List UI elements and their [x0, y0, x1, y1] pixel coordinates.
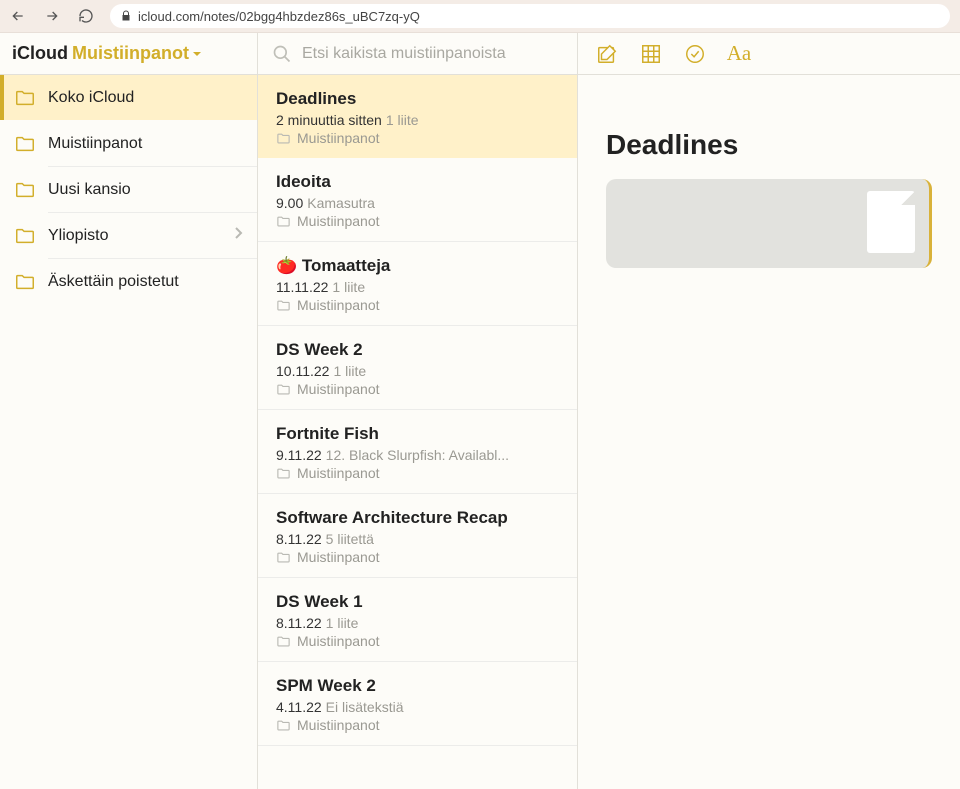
folder-icon [14, 271, 36, 293]
note-meta: 8.11.221 liite [276, 615, 559, 631]
reload-button[interactable] [76, 6, 96, 26]
note-title: DS Week 2 [276, 340, 559, 360]
note-folder: Muistiinpanot [276, 213, 559, 229]
compose-button[interactable] [596, 43, 618, 65]
editor: Deadlines [578, 75, 960, 789]
folder-icon [276, 214, 291, 229]
folder-icon [276, 550, 291, 565]
note-list: Deadlines 2 minuuttia sitten1 liite Muisti… [258, 75, 578, 789]
document-icon [867, 191, 915, 253]
note-folder: Muistiinpanot [276, 549, 559, 565]
note-item[interactable]: DS Week 2 10.11.221 liite Muistiinpanot [258, 326, 577, 410]
folder-label: Äskettäin poistetut [48, 273, 179, 291]
note-item[interactable]: Deadlines 2 minuuttia sitten1 liite Muisti… [258, 75, 577, 158]
sidebar-folder[interactable]: Koko iCloud [0, 75, 257, 120]
brand-icloud: iCloud [12, 43, 68, 64]
note-item[interactable]: 🍅 Tomaatteja 11.11.221 liite Muistiinpanot [258, 242, 577, 326]
address-bar[interactable]: icloud.com/notes/02bgg4hbzdez86s_uBC7zq-… [110, 4, 950, 28]
folder-label: Koko iCloud [48, 89, 134, 107]
sidebar: Koko iCloud Muistiinpanot Uusi kansio Yliop… [0, 75, 258, 789]
folder-icon [14, 225, 36, 247]
lock-icon [120, 10, 132, 22]
note-meta: 10.11.221 liite [276, 363, 559, 379]
note-folder: Muistiinpanot [276, 130, 559, 146]
note-item[interactable]: Fortnite Fish 9.11.2212. Black Slurpfish:… [258, 410, 577, 494]
folder-label: Muistiinpanot [48, 135, 142, 153]
folder-icon [276, 634, 291, 649]
forward-button[interactable] [42, 6, 62, 26]
note-title: 🍅 Tomaatteja [276, 256, 559, 276]
folder-icon [276, 131, 291, 146]
back-button[interactable] [8, 6, 28, 26]
folder-icon [276, 298, 291, 313]
note-item[interactable]: Ideoita 9.00Kamasutra Muistiinpanot [258, 158, 577, 242]
editor-title[interactable]: Deadlines [606, 129, 932, 161]
grid-button[interactable] [640, 43, 662, 65]
note-title: Ideoita [276, 172, 559, 192]
note-title: Deadlines [276, 89, 559, 109]
folder-label: Uusi kansio [48, 181, 131, 199]
app-toolbar: iCloud Muistiinpanot Aa [0, 33, 960, 75]
attachment-block[interactable] [606, 179, 932, 268]
note-item[interactable]: SPM Week 2 4.11.22Ei lisätekstiä Muistiinp… [258, 662, 577, 746]
sidebar-folder[interactable]: Muistiinpanot [0, 121, 257, 166]
folder-icon [276, 718, 291, 733]
search-icon [272, 44, 292, 64]
folder-icon [14, 179, 36, 201]
search-input[interactable] [302, 45, 563, 63]
chevron-right-icon [233, 226, 243, 245]
note-meta: 8.11.225 liitettä [276, 531, 559, 547]
folder-label: Yliopisto [48, 227, 108, 245]
note-meta: 9.11.2212. Black Slurpfish: Availabl... [276, 447, 559, 463]
note-meta: 9.00Kamasutra [276, 195, 559, 211]
brand-app-dropdown[interactable]: Muistiinpanot [72, 43, 203, 64]
url-text: icloud.com/notes/02bgg4hbzdez86s_uBC7zq-… [138, 9, 420, 24]
note-item[interactable]: DS Week 1 8.11.221 liite Muistiinpanot [258, 578, 577, 662]
folder-icon [14, 87, 36, 109]
format-button[interactable]: Aa [728, 43, 750, 65]
note-meta: 2 minuuttia sitten1 liite [276, 112, 559, 128]
note-meta: 4.11.22Ei lisätekstiä [276, 699, 559, 715]
folder-icon [276, 382, 291, 397]
note-folder: Muistiinpanot [276, 297, 559, 313]
sidebar-folder[interactable]: Äskettäin poistetut [0, 259, 257, 304]
main-columns: Koko iCloud Muistiinpanot Uusi kansio Yliop… [0, 75, 960, 789]
folder-icon [276, 466, 291, 481]
brand[interactable]: iCloud Muistiinpanot [0, 33, 258, 74]
sidebar-folder[interactable]: Yliopisto [0, 213, 257, 258]
note-folder: Muistiinpanot [276, 465, 559, 481]
note-folder: Muistiinpanot [276, 717, 559, 733]
note-folder: Muistiinpanot [276, 633, 559, 649]
note-title: SPM Week 2 [276, 676, 559, 696]
note-title: Fortnite Fish [276, 424, 559, 444]
editor-actions: Aa [578, 33, 960, 74]
note-folder: Muistiinpanot [276, 381, 559, 397]
note-item[interactable]: Software Architecture Recap 8.11.225 liit… [258, 494, 577, 578]
note-title: Software Architecture Recap [276, 508, 559, 528]
checklist-button[interactable] [684, 43, 706, 65]
brand-app-label: Muistiinpanot [72, 43, 189, 64]
chevron-down-icon [191, 48, 203, 60]
browser-bar: icloud.com/notes/02bgg4hbzdez86s_uBC7zq-… [0, 0, 960, 33]
folder-icon [14, 133, 36, 155]
search-bar[interactable] [258, 33, 578, 74]
note-title: DS Week 1 [276, 592, 559, 612]
note-meta: 11.11.221 liite [276, 279, 559, 295]
sidebar-folder[interactable]: Uusi kansio [0, 167, 257, 212]
